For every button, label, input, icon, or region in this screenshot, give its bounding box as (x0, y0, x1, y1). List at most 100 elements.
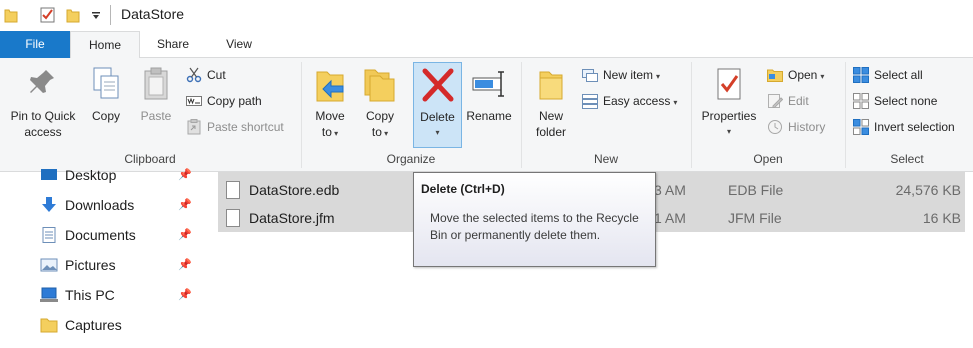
move-to-line1: Move (315, 109, 345, 123)
new-item-icon (582, 69, 598, 82)
copy-to-button[interactable]: Copy to ▾ (358, 62, 402, 148)
paste-shortcut-icon (187, 119, 201, 135)
new-folder-button[interactable]: New folder (527, 62, 575, 148)
open-text: Open (788, 68, 818, 82)
paste-label: Paste (140, 109, 172, 123)
tab-view[interactable]: View (206, 31, 272, 58)
title-separator (110, 5, 111, 25)
move-to-icon (316, 71, 344, 102)
nav-item-desktop[interactable]: Desktop 📌 (0, 160, 210, 190)
dropdown-arrow-icon: ▾ (673, 98, 678, 107)
pin-to-quick-access-button[interactable]: Pin to Quick access (4, 62, 82, 148)
pictures-icon (40, 258, 58, 272)
new-item-text: New item (603, 68, 654, 82)
rename-button[interactable]: Rename (464, 62, 514, 148)
pin-icon[interactable]: 📌 (178, 190, 192, 220)
nav-item-captures[interactable]: Captures (0, 310, 210, 340)
edit-label: Edit (788, 94, 809, 108)
tab-share[interactable]: Share (140, 31, 206, 58)
folder-icon (40, 318, 58, 333)
navigation-pane: Desktop 📌 Downloads 📌 Documents 📌 Pictur… (0, 167, 218, 348)
file-icon (226, 209, 240, 227)
folder-icon[interactable] (4, 7, 18, 23)
copy-label: Copy (91, 109, 120, 123)
organize-group-label: Organize (386, 152, 436, 166)
delete-tooltip: Delete (Ctrl+D) Move the selected items … (413, 172, 656, 267)
pin-icon[interactable]: 📌 (178, 220, 192, 250)
pin-icon[interactable]: 📌 (178, 250, 192, 280)
nav-item-this-pc[interactable]: This PC 📌 (0, 280, 210, 310)
paste-shortcut-label: Paste shortcut (207, 120, 284, 134)
select-none-label: Select none (874, 94, 938, 108)
rename-label: Rename (466, 109, 512, 123)
tooltip-body: Move the selected items to the Recycle B… (430, 211, 639, 242)
copy-icon (93, 67, 119, 99)
window-title: DataStore (121, 6, 185, 22)
open-group-label: Open (753, 152, 783, 166)
easy-access-text: Easy access (603, 94, 671, 108)
properties-check-icon (717, 68, 741, 100)
select-all-icon (853, 67, 869, 83)
file-name: DataStore.edb (249, 182, 340, 198)
file-date: 1 AM (654, 210, 686, 226)
nav-item-label: Desktop (65, 167, 117, 183)
file-icon (226, 181, 240, 199)
paste-button[interactable]: Paste (134, 62, 178, 148)
nav-item-label: Captures (65, 317, 122, 333)
nav-item-documents[interactable]: Documents 📌 (0, 220, 210, 250)
new-group-label: New (593, 152, 618, 166)
delete-label: Delete (420, 110, 455, 124)
pin-icon[interactable]: 📌 (178, 160, 192, 190)
tab-home[interactable]: Home (70, 31, 140, 59)
customize-toolbar-icon[interactable] (91, 11, 101, 21)
tab-file[interactable]: File (0, 31, 70, 58)
select-group-label: Select (890, 152, 924, 166)
download-arrow-icon (42, 197, 56, 212)
copy-button[interactable]: Copy (84, 62, 128, 148)
new-folder-icon[interactable] (66, 7, 80, 23)
delete-button[interactable]: Delete ▾ (413, 62, 462, 148)
delete-x-icon (422, 68, 453, 102)
invert-selection-icon (853, 119, 869, 135)
cut-label: Cut (207, 68, 226, 82)
new-item-label: New item ▾ (603, 64, 660, 88)
copy-to-icon (364, 69, 395, 102)
easy-access-label: Easy access ▾ (603, 90, 677, 114)
file-size: 16 KB (922, 210, 961, 226)
properties-check-icon[interactable] (40, 7, 56, 23)
copy-path-icon (186, 96, 202, 106)
nav-item-pictures[interactable]: Pictures 📌 (0, 250, 210, 280)
file-name: DataStore.jfm (249, 210, 335, 226)
new-folder-line2: folder (535, 125, 567, 139)
properties-label: Properties (701, 109, 757, 123)
ribbon-tabs: File Home Share View (0, 31, 973, 59)
new-folder-icon (539, 71, 563, 100)
tooltip-title: Delete (Ctrl+D) (421, 182, 505, 196)
select-all-label: Select all (874, 68, 923, 82)
title-bar: DataStore (0, 0, 973, 31)
copy-to-line2: to (371, 125, 382, 139)
dropdown-arrow-icon: ▾ (820, 72, 825, 81)
open-label: Open ▾ (788, 64, 824, 88)
nav-item-label: Downloads (65, 197, 135, 213)
move-to-button[interactable]: Move to ▾ (308, 62, 352, 148)
pin-label-line2: access (24, 125, 62, 139)
properties-button[interactable]: Properties ▾ (696, 62, 762, 148)
history-icon (768, 120, 782, 134)
pin-icon[interactable]: 📌 (178, 280, 192, 310)
paste-icon (144, 67, 168, 100)
file-type: EDB File (728, 182, 784, 198)
select-none-icon (853, 93, 869, 109)
desktop-icon (41, 169, 57, 180)
dropdown-arrow-icon: ▾ (331, 129, 339, 138)
dropdown-arrow-icon: ▾ (726, 127, 731, 136)
history-label: History (788, 120, 826, 134)
new-folder-line1: New (538, 109, 563, 123)
nav-item-label: Documents (65, 227, 136, 243)
nav-item-downloads[interactable]: Downloads 📌 (0, 190, 210, 220)
scissors-icon (186, 67, 202, 83)
pin-icon (30, 70, 54, 93)
dropdown-arrow-icon: ▾ (435, 128, 440, 137)
dropdown-arrow-icon: ▾ (656, 72, 661, 81)
invert-selection-label: Invert selection (874, 120, 955, 134)
